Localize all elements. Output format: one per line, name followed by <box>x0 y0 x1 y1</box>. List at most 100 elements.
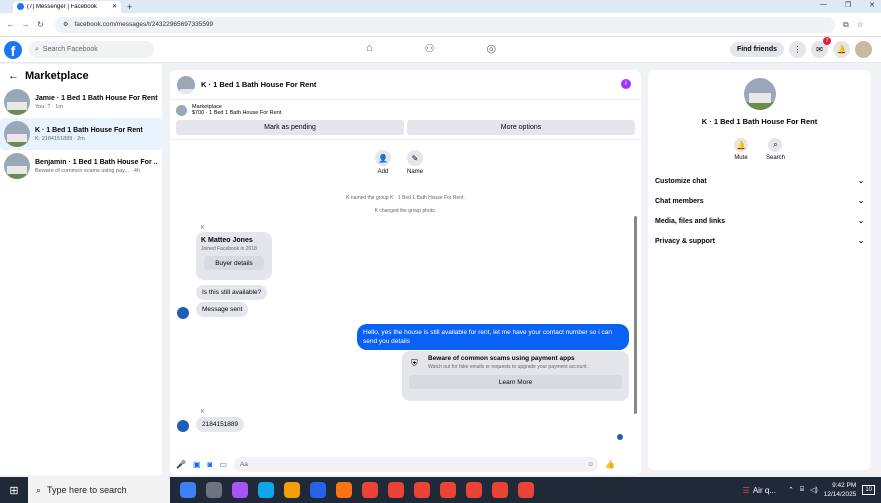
image-icon[interactable]: ▣ <box>193 460 201 469</box>
install-icon[interactable]: ⧉ <box>843 20 849 30</box>
chevron-up-icon[interactable]: ⌃ <box>788 486 794 494</box>
section-customize-chat[interactable]: Customize chat ⌄ <box>648 171 871 191</box>
rename-action[interactable]: ✎ Name <box>407 150 423 175</box>
window-controls: — ❐ ✕ <box>820 1 875 9</box>
copilot-icon[interactable] <box>232 482 248 498</box>
facebook-header: f ⌕ Search Facebook ⌂ ⚇ ◎ Find friends ⋮… <box>0 37 881 63</box>
conversation-preview: You: ? · 1m <box>35 103 63 110</box>
browser-tab[interactable]: (7) Messenger | Facebook ✕ <box>13 0 121 13</box>
buyer-details-button[interactable]: Buyer details <box>204 256 264 270</box>
group-actions: 👤 Add ✎ Name <box>375 150 423 175</box>
sidebar-title: Marketplace <box>25 70 89 82</box>
conversation-sidebar: ← Marketplace Jamie · 1 Bed 1 Bath House… <box>0 64 162 475</box>
profile-card: K Matteo Jones Joined Facebook in 2018 B… <box>196 232 272 280</box>
chat-panel: K · 1 Bed 1 Bath House For Rent i Market… <box>170 70 641 475</box>
add-member-action[interactable]: 👤 Add <box>375 150 391 175</box>
mail-icon[interactable] <box>310 482 326 498</box>
group-photo[interactable] <box>743 78 776 110</box>
new-tab-button[interactable]: + <box>127 2 132 12</box>
gif-icon[interactable]: ▭ <box>219 460 227 469</box>
chevron-down-icon: ⌄ <box>858 218 864 225</box>
conversation-preview: Beware of common scams using pay... · 4h <box>35 167 141 174</box>
profile-joined: Joined Facebook in 2018 <box>201 246 257 252</box>
friends-icon[interactable]: ⚇ <box>425 42 435 55</box>
chrome-icon[interactable] <box>466 482 482 498</box>
info-icon[interactable]: i <box>621 79 631 89</box>
scrollbar-thumb[interactable] <box>634 216 637 414</box>
add-person-icon: 👤 <box>375 150 391 166</box>
chat-scrollbar[interactable] <box>634 150 637 440</box>
minimize-icon[interactable]: — <box>820 1 827 9</box>
clock-time: 9:42 PM <box>832 482 857 489</box>
section-privacy-support[interactable]: Privacy & support ⌄ <box>648 231 871 251</box>
store-icon[interactable] <box>336 482 352 498</box>
tab-title: (7) Messenger | Facebook <box>27 3 97 10</box>
home-icon[interactable]: ⌂ <box>366 42 373 55</box>
find-friends-button[interactable]: Find friends <box>729 42 784 57</box>
conversation-item-k[interactable]: K · 1 Bed 1 Bath House For Rent K: 21841… <box>0 118 162 150</box>
messenger-icon[interactable]: ✉ 7 <box>811 37 831 58</box>
widgets-icon[interactable] <box>180 482 196 498</box>
facebook-search-input[interactable]: ⌕ Search Facebook <box>29 41 154 58</box>
back-arrow-icon[interactable]: ← <box>8 70 19 82</box>
chat-title[interactable]: K · 1 Bed 1 Bath House For Rent <box>201 80 316 89</box>
taskbar-search-input[interactable]: ⌕ Type here to search <box>28 477 170 503</box>
chrome-icon[interactable] <box>388 482 404 498</box>
reload-icon[interactable]: ↻ <box>36 20 45 29</box>
profile-avatar[interactable] <box>855 41 872 58</box>
search-action[interactable]: ⌕ Search <box>766 138 785 161</box>
windows-start-icon[interactable]: ⊞ <box>0 484 28 497</box>
facebook-logo-icon[interactable]: f <box>4 40 22 59</box>
conversation-item-jamie[interactable]: Jamie · 1 Bed 1 Bath House For Rent You:… <box>0 86 162 118</box>
mark-as-pending-button[interactable]: Mark as pending <box>176 120 404 135</box>
thumbs-up-icon[interactable]: 👍 <box>605 460 615 469</box>
emoji-icon[interactable]: ☺ <box>587 461 594 468</box>
maximize-icon[interactable]: ❐ <box>845 1 851 9</box>
chat-header: K · 1 Bed 1 Bath House For Rent i <box>170 70 641 100</box>
air-quality-icon: ☰ <box>742 485 750 495</box>
learn-more-button[interactable]: Learn More <box>409 375 622 389</box>
close-window-icon[interactable]: ✕ <box>869 1 875 9</box>
forward-icon[interactable]: → <box>21 20 30 29</box>
weather-widget[interactable]: ☰ Air q... <box>743 486 776 495</box>
more-options-button[interactable]: More options <box>407 120 635 135</box>
close-tab-icon[interactable]: ✕ <box>112 3 117 10</box>
taskbar-search-placeholder: Type here to search <box>47 485 127 495</box>
task-view-icon[interactable] <box>206 482 222 498</box>
message-bubble: Message sent <box>196 302 249 317</box>
section-media-files-links[interactable]: Media, files and links ⌄ <box>648 211 871 231</box>
volume-icon[interactable]: ◁) <box>810 486 818 494</box>
microphone-icon[interactable]: 🎤 <box>176 460 186 469</box>
file-explorer-icon[interactable] <box>284 482 300 498</box>
notification-center-badge[interactable]: 10 <box>862 485 875 495</box>
listing-summary[interactable]: Marketplace $700 · 1 Bed 1 Bath House Fo… <box>170 100 641 116</box>
section-chat-members[interactable]: Chat members ⌄ <box>648 191 871 211</box>
chrome-icon[interactable] <box>362 482 378 498</box>
message-input[interactable]: Aa ☺ <box>233 456 598 472</box>
menu-grid-icon[interactable]: ⋮ <box>789 41 806 58</box>
chrome-icon[interactable] <box>440 482 456 498</box>
url-text: facebook.com/messages/t/2432296569733559… <box>74 21 214 28</box>
mute-action[interactable]: 🔔 Mute <box>733 138 748 161</box>
taskbar-apps <box>180 482 534 498</box>
conversation-name: Jamie · 1 Bed 1 Bath House For Rent <box>35 94 158 102</box>
profile-name: K Matteo Jones <box>201 237 253 244</box>
edge-icon[interactable] <box>258 482 274 498</box>
conversation-item-benjamin[interactable]: Benjamin · 1 Bed 1 Bath House For ... Be… <box>0 150 162 182</box>
mute-label: Mute <box>734 155 748 161</box>
chat-group-photo[interactable] <box>177 75 195 94</box>
site-info-icon[interactable]: ⚙ <box>63 21 68 28</box>
groups-icon[interactable]: ◎ <box>487 42 497 55</box>
notifications-bell-icon[interactable]: 🔔 <box>833 41 850 58</box>
network-icon[interactable]: ⌸ <box>800 486 804 494</box>
back-icon[interactable]: ← <box>6 20 15 29</box>
clock[interactable]: 9:42 PM 12/14/2025 <box>824 481 857 499</box>
bookmark-star-icon[interactable]: ☆ <box>857 20 864 29</box>
chrome-icon[interactable] <box>492 482 508 498</box>
chrome-icon[interactable] <box>518 482 534 498</box>
warning-title: Beware of common scams using payment app… <box>428 355 575 362</box>
conversation-preview: K: 2184151889 · 2m <box>35 135 85 142</box>
chrome-icon[interactable] <box>414 482 430 498</box>
url-field[interactable]: ⚙ facebook.com/messages/t/24322965697335… <box>55 16 835 33</box>
sticker-icon[interactable]: ◙ <box>208 460 213 469</box>
